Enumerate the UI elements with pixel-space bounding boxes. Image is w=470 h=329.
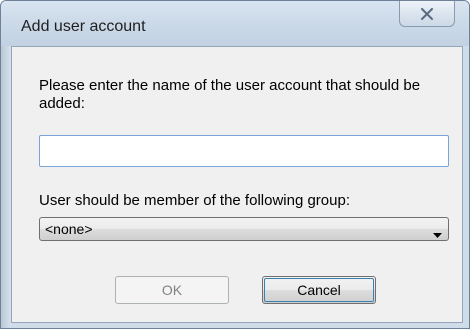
ok-button-label: OK (161, 282, 183, 298)
ok-button[interactable]: OK (115, 276, 229, 304)
cancel-button-label: Cancel (297, 282, 341, 298)
group-select-value: <none> (45, 221, 93, 237)
close-button[interactable] (399, 1, 455, 27)
cancel-button[interactable]: Cancel (262, 276, 376, 304)
window-frame-left (1, 46, 11, 328)
close-icon (420, 7, 434, 20)
chevron-down-icon (433, 226, 442, 244)
group-select[interactable]: <none> (39, 217, 449, 241)
dialog-content: Please enter the name of the user accoun… (11, 46, 463, 323)
title-bar[interactable]: Add user account (1, 1, 469, 46)
user-name-input[interactable] (39, 135, 449, 167)
dialog-window: Add user account Please enter the name o… (0, 0, 470, 329)
name-prompt-label: Please enter the name of the user accoun… (39, 77, 421, 112)
window-title: Add user account (21, 18, 146, 35)
group-label: User should be member of the following g… (39, 192, 351, 209)
